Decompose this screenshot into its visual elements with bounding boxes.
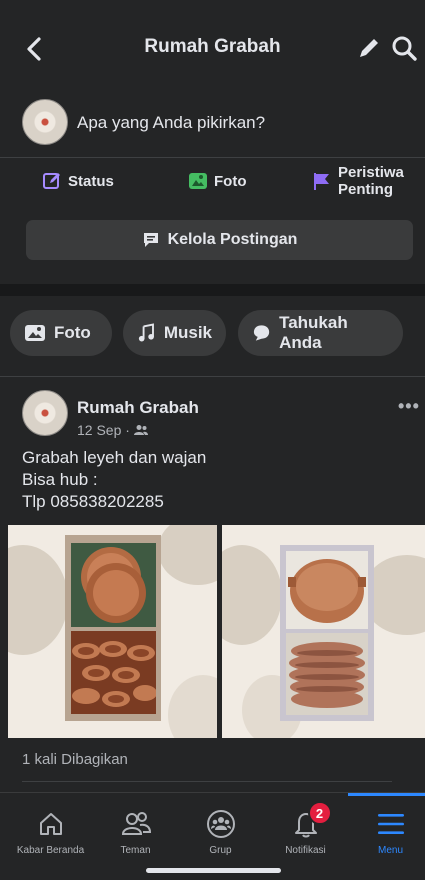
post-image-left[interactable] <box>8 525 217 738</box>
post-date[interactable]: 12 Sep · <box>77 422 130 438</box>
tab-label: Grup <box>209 845 232 856</box>
post-text-line: Tlp 085838202285 <box>22 492 164 511</box>
tab-groups[interactable]: Grup <box>178 793 263 863</box>
tab-news-feed[interactable]: Kabar Beranda <box>8 793 93 863</box>
music-chip-label: Musik <box>163 323 212 342</box>
section-separator <box>0 284 425 296</box>
music-note-icon <box>138 323 154 342</box>
avatar[interactable] <box>22 390 68 436</box>
life-event-line1: Peristiwa <box>338 164 404 181</box>
tab-label: Teman <box>120 845 151 856</box>
post-meta: 12 Sep · <box>77 422 148 438</box>
tab-label: Kabar Beranda <box>16 845 85 856</box>
photo-icon <box>25 325 45 341</box>
avatar[interactable] <box>22 99 68 145</box>
status-button[interactable]: Status <box>42 158 114 204</box>
post-image-right[interactable] <box>222 525 425 738</box>
plates-photo <box>71 543 156 627</box>
post-images <box>8 525 425 738</box>
manage-posts-button[interactable]: Kelola Postingan <box>26 220 413 260</box>
share-count[interactable]: 1 kali Dibagikan <box>22 751 128 768</box>
tab-label: Menu <box>377 845 403 856</box>
music-chip[interactable]: Musik <box>123 310 226 356</box>
bottom-tab-bar: Kabar Beranda Teman Grup 2 Notifikasi Me… <box>0 792 425 880</box>
friends-audience-icon <box>133 425 148 435</box>
wok-photo <box>286 551 368 629</box>
photo-chip[interactable]: Foto <box>10 310 112 356</box>
speech-bubble-icon <box>143 233 158 247</box>
tab-notifications[interactable]: 2 Notifikasi <box>263 793 348 863</box>
photo-chip-label: Foto <box>54 323 91 342</box>
life-event-line2: Penting <box>338 181 393 198</box>
post-composer[interactable]: Apa yang Anda pikirkan? <box>0 95 425 155</box>
post-type-chips: Foto Musik Tahukah Anda <box>0 310 425 360</box>
photo-label: Foto <box>214 172 247 190</box>
more-options-icon[interactable]: ••• <box>398 396 420 417</box>
did-you-know-label: Tahukah Anda <box>279 313 348 352</box>
did-you-know-chip[interactable]: Tahukah Anda <box>238 310 403 356</box>
menu-icon <box>377 814 404 834</box>
groups-icon <box>206 810 235 838</box>
stacked-woks-photo <box>286 633 368 715</box>
flag-icon <box>314 173 329 190</box>
post-text-line: Bisa hub : <box>22 470 98 489</box>
notification-badge: 2 <box>307 801 332 825</box>
friends-icon <box>121 812 151 835</box>
life-event-label: Peristiwa Penting <box>338 164 404 198</box>
divider <box>0 376 425 377</box>
home-icon <box>39 813 62 835</box>
home-indicator <box>146 868 281 873</box>
chat-bubble-icon <box>253 325 270 341</box>
composer-actions: Status Foto Peristiwa Penting <box>0 158 425 204</box>
edit-pencil-icon[interactable] <box>356 35 382 61</box>
post-author[interactable]: Rumah Grabah <box>77 398 199 418</box>
post-text-line: Grabah leyeh dan wajan <box>22 448 207 467</box>
tab-label: Notifikasi <box>285 845 326 856</box>
stacked-pots-photo <box>71 631 157 714</box>
tab-menu[interactable]: Menu <box>348 793 425 863</box>
photo-button[interactable]: Foto <box>188 158 246 204</box>
post-text: Grabah leyeh dan wajan Bisa hub : Tlp 08… <box>22 447 206 513</box>
post-header: Rumah Grabah 12 Sep · ••• <box>0 380 425 440</box>
life-event-button[interactable]: Peristiwa Penting <box>312 158 404 204</box>
status-edit-icon <box>43 173 60 189</box>
manage-posts-label: Kelola Postingan <box>167 231 298 248</box>
tab-friends[interactable]: Teman <box>93 793 178 863</box>
search-icon[interactable] <box>390 34 418 62</box>
composer-prompt[interactable]: Apa yang Anda pikirkan? <box>77 113 265 133</box>
active-tab-indicator <box>348 793 425 796</box>
status-label: Status <box>68 172 114 190</box>
photo-icon <box>189 173 207 189</box>
divider <box>22 781 392 782</box>
top-bar: Rumah Grabah <box>0 0 425 95</box>
